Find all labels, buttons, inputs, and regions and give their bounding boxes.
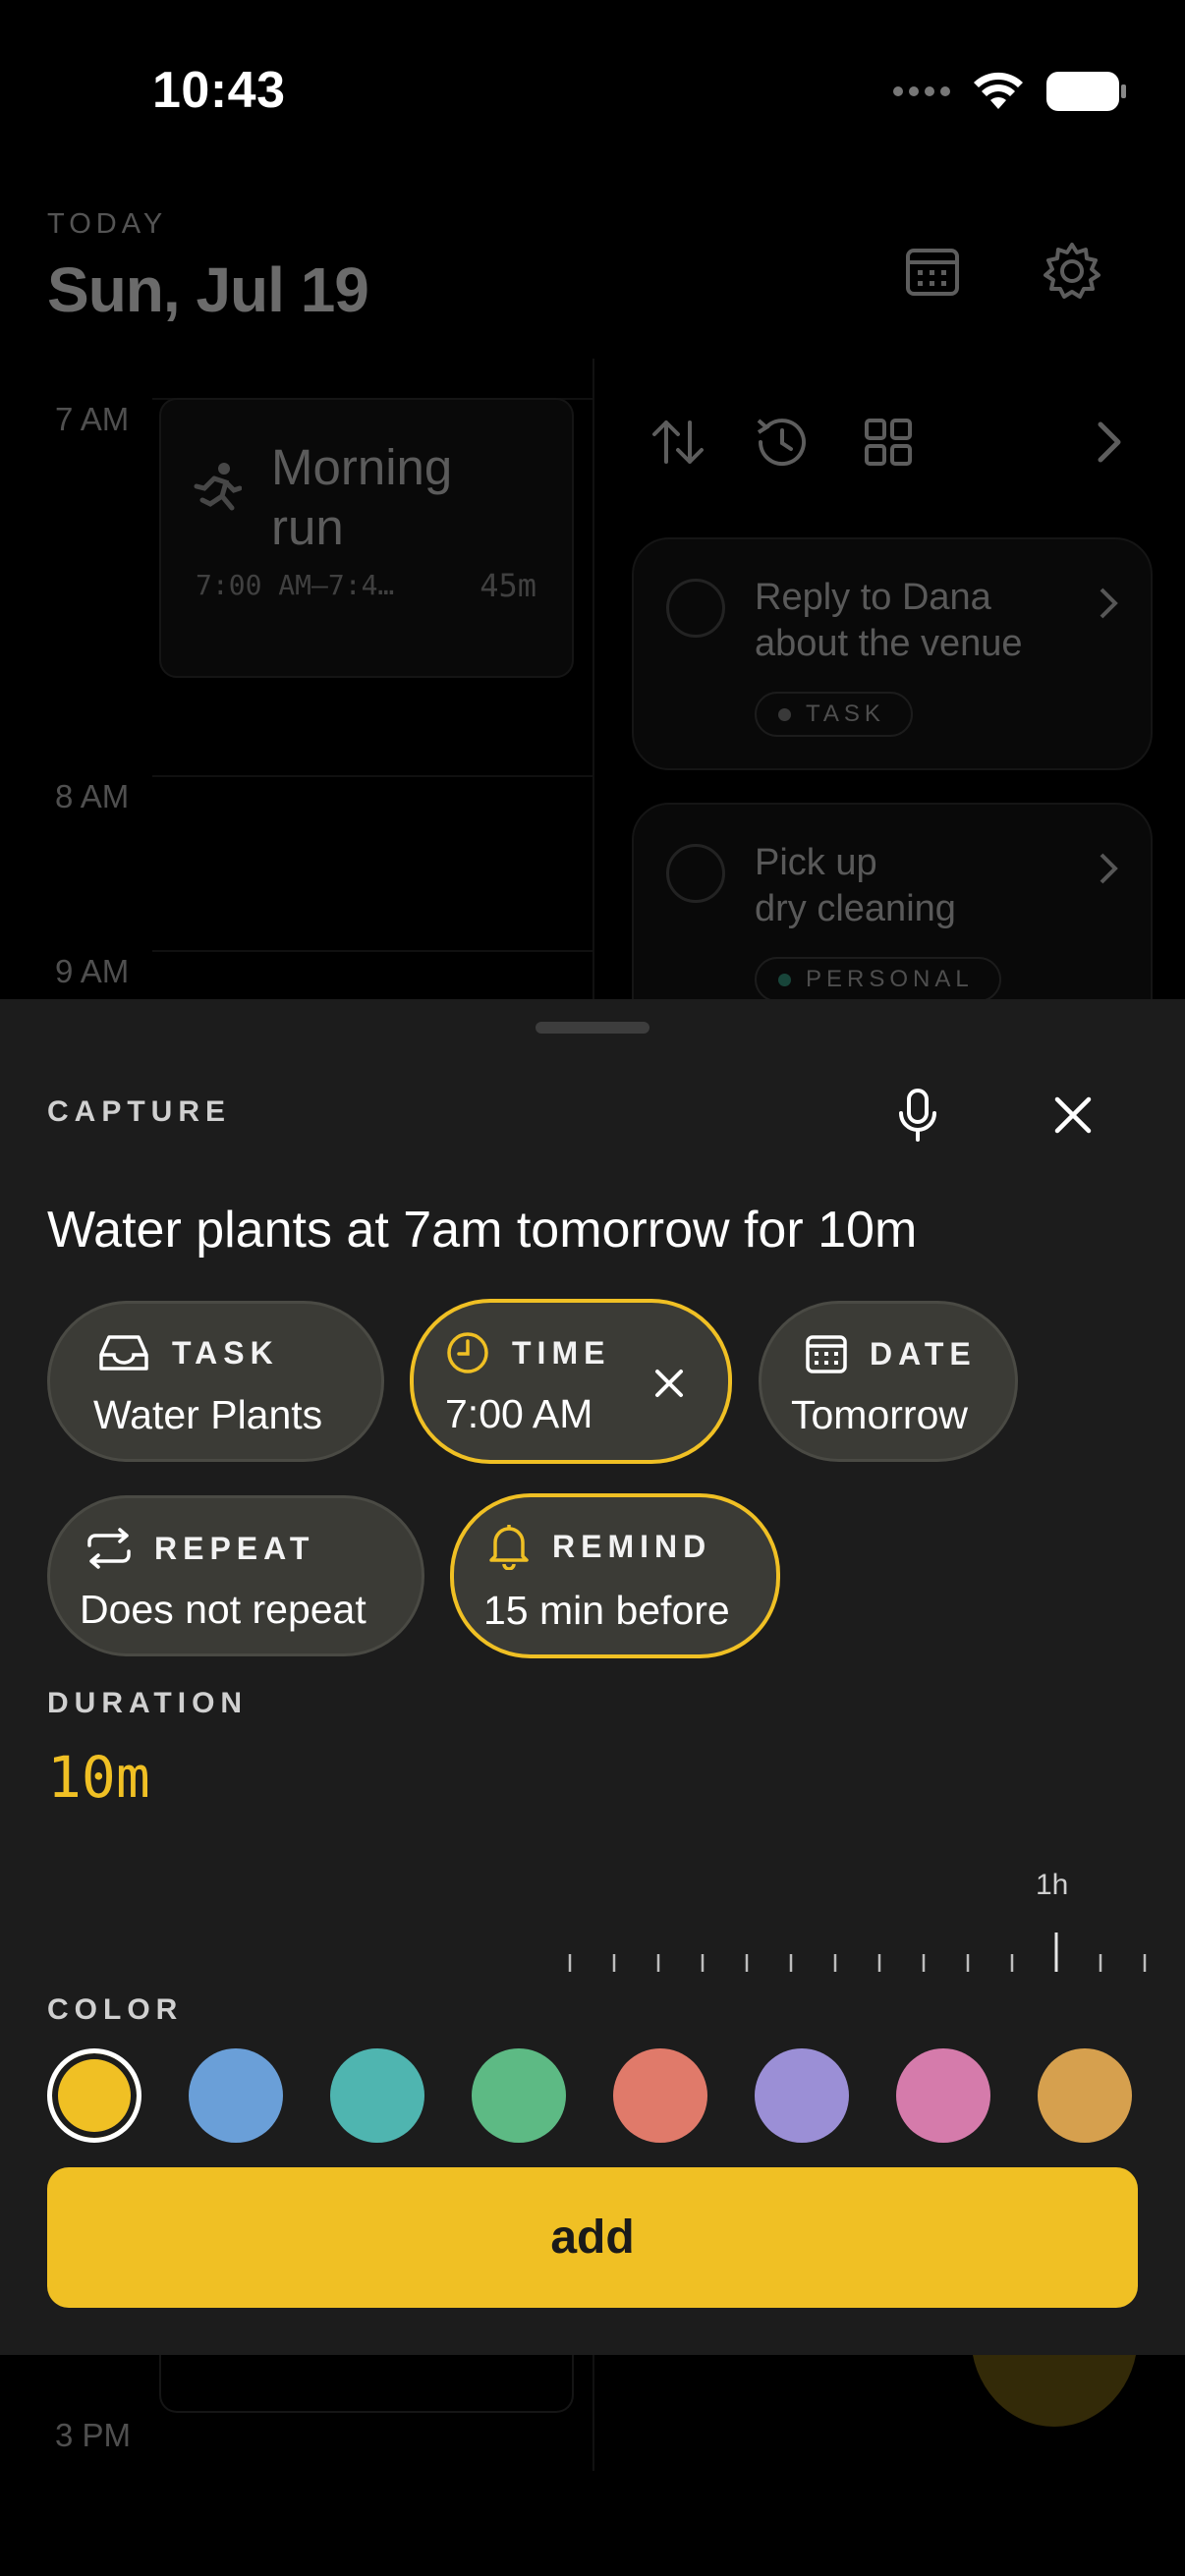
duration-value: 10m [47,1744,150,1811]
capture-label: CAPTURE [47,1095,232,1128]
time-chip[interactable]: TIME 7:00 AM [410,1299,732,1464]
page-title: Sun, Jul 19 [47,254,369,325]
tag-dot [778,708,791,721]
tag-dot [778,974,791,986]
chip-value: Water Plants [93,1392,323,1437]
close-button[interactable] [1038,1080,1108,1150]
hour-line [152,950,592,952]
tag-label: PERSONAL [806,966,974,992]
task-title: Reply to Dana about the venue [755,575,1023,667]
running-icon [194,463,242,511]
tag-badge: TASK [755,692,913,737]
color-swatch[interactable] [47,2048,141,2143]
grid-icon[interactable] [857,411,920,474]
chip-header: REPEAT [85,1528,314,1569]
event-card[interactable]: Morning run 7:00 AM—7:4… 45m [159,398,574,678]
color-label: COLOR [47,1993,184,2026]
today-label: TODAY [47,208,168,240]
task-title-line: about the venue [755,623,1023,664]
color-swatch[interactable] [613,2048,707,2143]
color-swatch[interactable] [755,2048,849,2143]
chip-label: TASK [172,1334,279,1371]
task-checkbox[interactable] [666,844,725,903]
inbox-icon [99,1335,148,1371]
chip-value: Does not repeat [80,1587,367,1632]
clear-time-icon[interactable] [651,1366,687,1401]
task-checkbox[interactable] [666,579,725,638]
color-swatch[interactable] [1038,2048,1132,2143]
task-title-line: Reply to Dana [755,577,991,618]
color-swatch[interactable] [330,2048,424,2143]
close-icon [1054,1096,1092,1134]
hour-label: 8 AM [55,778,130,814]
history-icon[interactable] [751,411,814,474]
tag-label: TASK [806,700,885,727]
gear-icon[interactable] [1042,241,1102,302]
calendar-icon[interactable] [902,241,963,302]
color-swatch[interactable] [189,2048,283,2143]
calendar-icon [806,1335,847,1373]
tag-badge: PERSONAL [755,957,1001,1002]
chip-header: TASK [97,1333,279,1372]
sort-icon[interactable] [647,411,709,474]
event-duration: 45m [480,567,536,604]
chip-header: REMIND [487,1523,711,1570]
chip-label: DATE [870,1335,977,1372]
task-chip[interactable]: TASK Water Plants [47,1301,384,1462]
chip-label: REPEAT [154,1530,315,1566]
hour-line [152,775,592,777]
chevron-right-icon[interactable] [1077,411,1140,474]
duration-ruler[interactable] [550,1864,1185,1972]
color-swatch[interactable] [472,2048,566,2143]
add-button[interactable]: add [47,2167,1138,2308]
sheet-grabber[interactable] [536,1022,649,1034]
task-title: Pick up dry cleaning [755,840,956,932]
repeat-chip[interactable]: REPEAT Does not repeat [47,1495,424,1656]
chip-header: DATE [805,1333,977,1374]
capture-sheet: CAPTURE Water plants at 7am tomorrow for… [0,999,1185,2355]
date-chip[interactable]: DATE Tomorrow [759,1301,1018,1462]
clock-icon [447,1332,488,1373]
microphone-icon [899,1089,936,1142]
chevron-right-icon [1100,588,1118,619]
microphone-button[interactable] [882,1080,953,1150]
capture-input[interactable]: Water plants at 7am tomorrow for 10m [47,1201,917,1260]
chip-header: TIME [445,1330,610,1375]
hour-label: 9 AM [55,953,130,989]
event-title-text: Morning run [271,439,453,555]
task-card[interactable]: Reply to Dana about the venue TASK [632,537,1153,770]
chevron-right-icon [1100,853,1118,884]
task-title-line: dry cleaning [755,888,956,929]
event-time: 7:00 AM—7:4… [196,569,395,601]
chip-value: 7:00 AM [445,1391,593,1436]
hour-label: 3 PM [55,2417,132,2453]
remind-chip[interactable]: REMIND 15 min before [450,1493,780,1658]
bell-icon [489,1525,529,1570]
task-title-line: Pick up [755,842,877,883]
chip-label: REMIND [552,1528,712,1564]
repeat-icon [87,1528,131,1569]
chip-label: TIME [512,1334,611,1371]
chip-value: Tomorrow [791,1392,968,1437]
color-swatch[interactable] [896,2048,990,2143]
hour-label: 7 AM [55,401,130,437]
chip-value: 15 min before [483,1588,730,1633]
duration-label: DURATION [47,1687,249,1719]
event-title: Morning run [271,437,497,557]
